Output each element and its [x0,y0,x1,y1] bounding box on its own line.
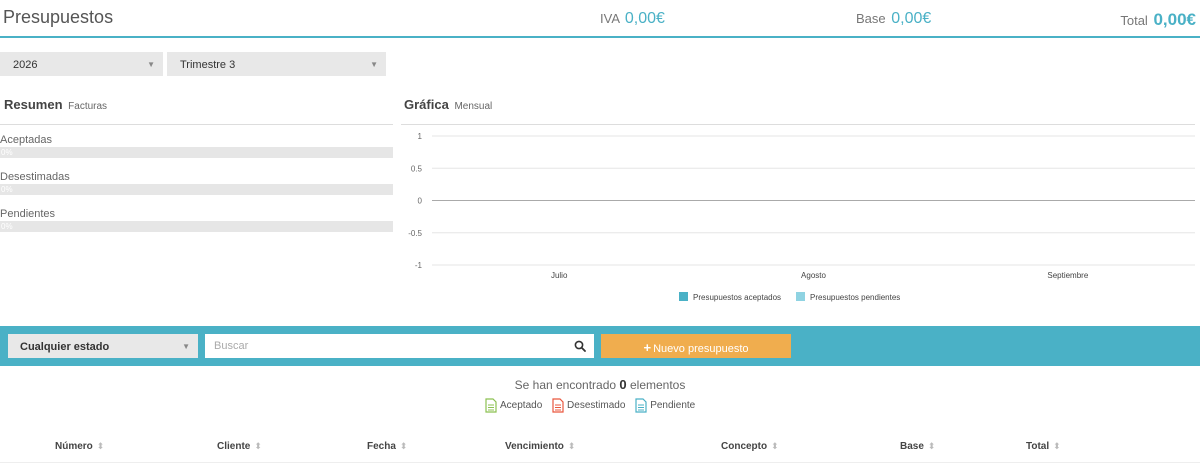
sort-icon: ⬍ [927,441,936,451]
progress-percent: 0% [1,148,13,157]
grafica-title: Gráfica [404,97,449,112]
plus-icon: + [643,340,652,355]
table-header: Número ⬍ Cliente ⬍ Fecha ⬍ Vencimiento ⬍ Con… [0,433,1200,463]
iva-summary: IVA 0,00€ [600,10,665,28]
year-select-value: 2026 [13,59,38,71]
progress-bar-pendientes: 0% [0,221,393,232]
x-tick-label: Septiembre [1047,271,1088,280]
legend-swatch [796,292,805,301]
progress-percent: 0% [1,185,13,194]
legend-label: Presupuestos aceptados [693,293,781,302]
resumen-title: Resumen [4,97,63,112]
new-presupuesto-button[interactable]: + Nuevo presupuesto [601,334,791,358]
column-label: Número [55,441,93,452]
progress-bar-aceptadas: 0% [0,147,393,158]
iva-label: IVA [600,11,620,26]
document-icon [635,398,647,413]
chevron-down-icon: ▼ [182,342,190,351]
quarter-select-value: Trimestre 3 [180,59,236,71]
results-count-value: 0 [619,377,627,392]
iva-value: 0,00€ [624,10,665,27]
page-title: Presupuestos [3,7,114,27]
grafica-subtitle: Mensual [454,101,493,112]
page-header: Presupuestos IVA 0,00€ Base 0,00€ Total … [0,0,1200,38]
total-value: 0,00€ [1153,10,1196,29]
sort-icon: ⬍ [96,441,105,451]
y-tick-label: 0.5 [411,164,423,173]
column-label: Vencimiento [505,441,564,452]
x-tick-label: Julio [551,271,568,280]
y-tick-label: -1 [415,261,423,270]
column-label: Concepto [721,441,768,452]
results-suffix: elementos [629,378,686,392]
search-icon[interactable] [574,340,586,352]
resumen-subtitle: Facturas [68,101,108,112]
progress-label-aceptadas: Aceptadas [0,134,52,146]
y-tick-label: -0.5 [408,229,422,238]
status-legend: Aceptado Desestimado Pendiente [485,398,702,414]
quarter-select[interactable]: Trimestre 3 ▼ [167,52,386,76]
base-label: Base [856,11,886,26]
y-tick-label: 0 [418,197,423,206]
sort-icon: ⬍ [567,441,576,451]
search-input[interactable] [205,334,565,358]
column-total[interactable]: Total ⬍ [1026,441,1061,452]
results-prefix: Se han encontrado [514,378,617,392]
legend-label: Pendiente [650,400,696,412]
base-summary: Base 0,00€ [856,10,931,28]
column-label: Fecha [367,441,396,452]
search-box [205,334,594,358]
column-concepto[interactable]: Concepto ⬍ [721,441,779,452]
column-label: Total [1026,441,1050,452]
chevron-down-icon: ▼ [147,60,155,69]
sort-icon: ⬍ [254,441,262,451]
column-cliente[interactable]: Cliente ⬍ [217,441,262,452]
column-fecha[interactable]: Fecha ⬍ [367,441,407,452]
document-icon [552,398,564,413]
legend-swatch [679,292,688,301]
sort-icon: ⬍ [1053,441,1061,451]
progress-label-pendientes: Pendientes [0,208,56,220]
results-count: Se han encontrado 0 elementos [0,377,1200,392]
total-label: Total [1120,13,1148,28]
sort-icon: ⬍ [771,441,779,451]
year-select[interactable]: 2026 ▼ [0,52,163,76]
new-presupuesto-label: Nuevo presupuesto [653,343,749,355]
document-icon [485,398,497,413]
divider [0,124,393,125]
legend-desestimado: Desestimado [552,398,625,413]
estado-select[interactable]: Cualquier estado ▼ [8,334,198,358]
legend-label: Desestimado [567,400,626,412]
divider [401,124,1195,125]
column-label: Cliente [217,441,251,452]
legend-label: Presupuestos pendientes [810,293,900,302]
estado-select-value: Cualquier estado [20,341,110,353]
y-tick-label: 1 [418,132,423,141]
chevron-down-icon: ▼ [370,60,378,69]
sort-icon: ⬍ [399,441,408,451]
progress-percent: 0% [1,222,13,231]
legend-aceptado: Aceptado [485,398,542,413]
column-numero[interactable]: Número ⬍ [55,441,104,452]
grafica-heading: Gráfica Mensual [404,97,492,112]
legend-pendiente: Pendiente [635,398,695,413]
total-summary: Total 0,00€ [1120,10,1196,30]
legend-label: Aceptado [500,400,543,412]
progress-bar-desestimadas: 0% [0,184,393,195]
filter-bar: Cualquier estado ▼ +Nuevo presupuesto [0,326,1200,366]
column-base[interactable]: Base ⬍ [900,441,935,452]
column-vencimiento[interactable]: Vencimiento ⬍ [505,441,575,452]
monthly-chart: 1 0.5 0 -0.5 -1 Julio Agosto Septiembre Presupue… [408,132,1195,302]
x-tick-label: Agosto [801,271,826,280]
progress-label-desestimadas: Desestimadas [0,171,70,183]
base-value: 0,00€ [891,10,932,27]
resumen-heading: Resumen Facturas [4,97,107,112]
column-label: Base [900,441,924,452]
